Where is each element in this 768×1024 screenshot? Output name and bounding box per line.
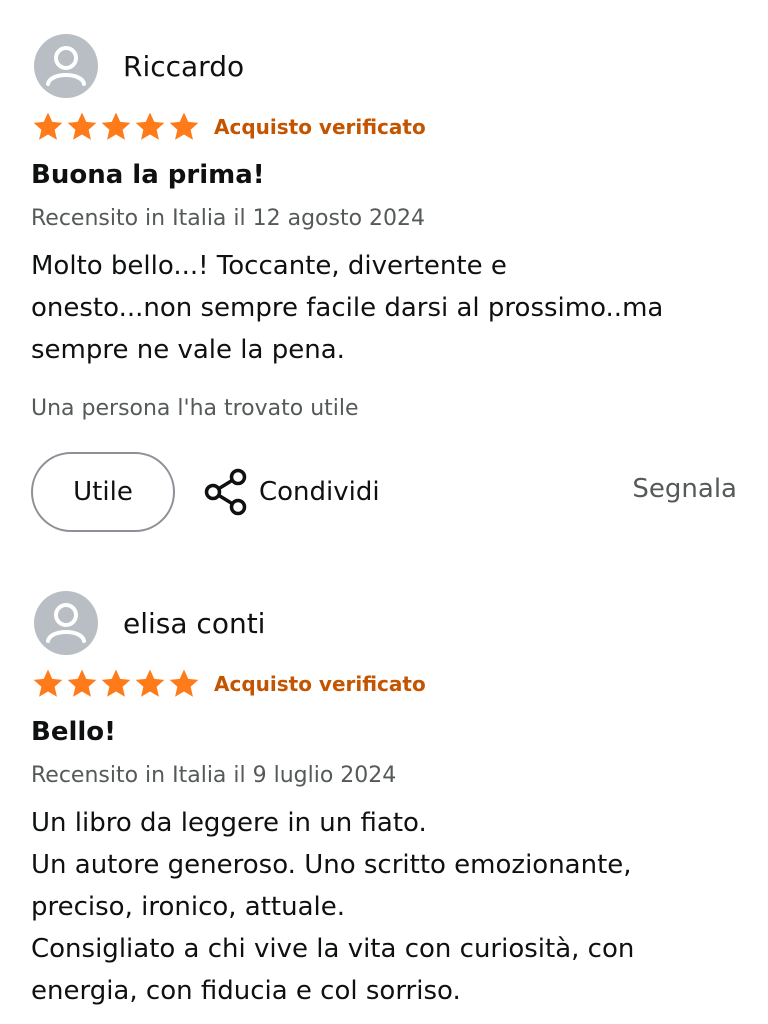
star-icon (169, 112, 199, 140)
review-body-line: Un libro da leggere in un fiato. (31, 808, 427, 838)
star-icon (169, 669, 199, 697)
report-link[interactable]: Segnala (632, 474, 737, 504)
user-avatar-icon (34, 591, 98, 655)
star-icon (33, 669, 63, 697)
verified-purchase-badge: Acquisto verificato (214, 115, 426, 139)
rating-row: Acquisto verificato (31, 109, 426, 145)
review-body-line: Consigliato a chi vive la vita con curio… (31, 934, 635, 964)
star-icon (135, 112, 165, 140)
review-body-line: Molto bello...! Toccante, divertente e (31, 251, 507, 281)
star-icon (101, 112, 131, 140)
star-rating[interactable] (31, 667, 201, 701)
share-button[interactable]: Condividi (203, 466, 380, 518)
star-icon (67, 112, 97, 140)
verified-purchase-badge: Acquisto verificato (214, 672, 426, 696)
review-date: Recensito in Italia il 12 agosto 2024 (31, 206, 426, 231)
review-date: Recensito in Italia il 9 luglio 2024 (31, 763, 397, 788)
review-author[interactable]: Riccardo (34, 34, 244, 98)
star-icon (67, 669, 97, 697)
review-body-line: onesto...non sempre facile darsi al pros… (31, 293, 664, 323)
star-icon (135, 669, 165, 697)
star-rating[interactable] (31, 110, 201, 144)
share-label: Condividi (259, 477, 380, 507)
review-body: Un libro da leggere in un fiato. Un auto… (31, 802, 751, 1012)
review-body-line: energia, con fiducia e col sorriso. (31, 976, 461, 1006)
helpful-button[interactable]: Utile (31, 452, 175, 532)
review-author[interactable]: elisa conti (34, 591, 265, 655)
review-title: Buona la prima! (31, 160, 265, 190)
review-title: Bello! (31, 717, 116, 747)
star-icon (101, 669, 131, 697)
review-body-line: Un autore generoso. Uno scritto emoziona… (31, 850, 632, 880)
review-body: Molto bello...! Toccante, divertente e o… (31, 245, 751, 371)
author-name: elisa conti (123, 606, 266, 640)
user-avatar-icon (34, 34, 98, 98)
star-icon (33, 112, 63, 140)
review-body-line: preciso, ironico, attuale. (31, 892, 346, 922)
rating-row: Acquisto verificato (31, 666, 426, 702)
helpful-count: Una persona l'ha trovato utile (31, 396, 359, 421)
review-actions: Utile Condividi Segnala (31, 452, 737, 532)
review-body-line: sempre ne vale la pena. (31, 335, 345, 365)
author-name: Riccardo (123, 49, 245, 83)
reviews-page: Riccardo Acquisto verificato Buona la pr… (0, 0, 768, 1024)
share-icon (204, 468, 247, 516)
